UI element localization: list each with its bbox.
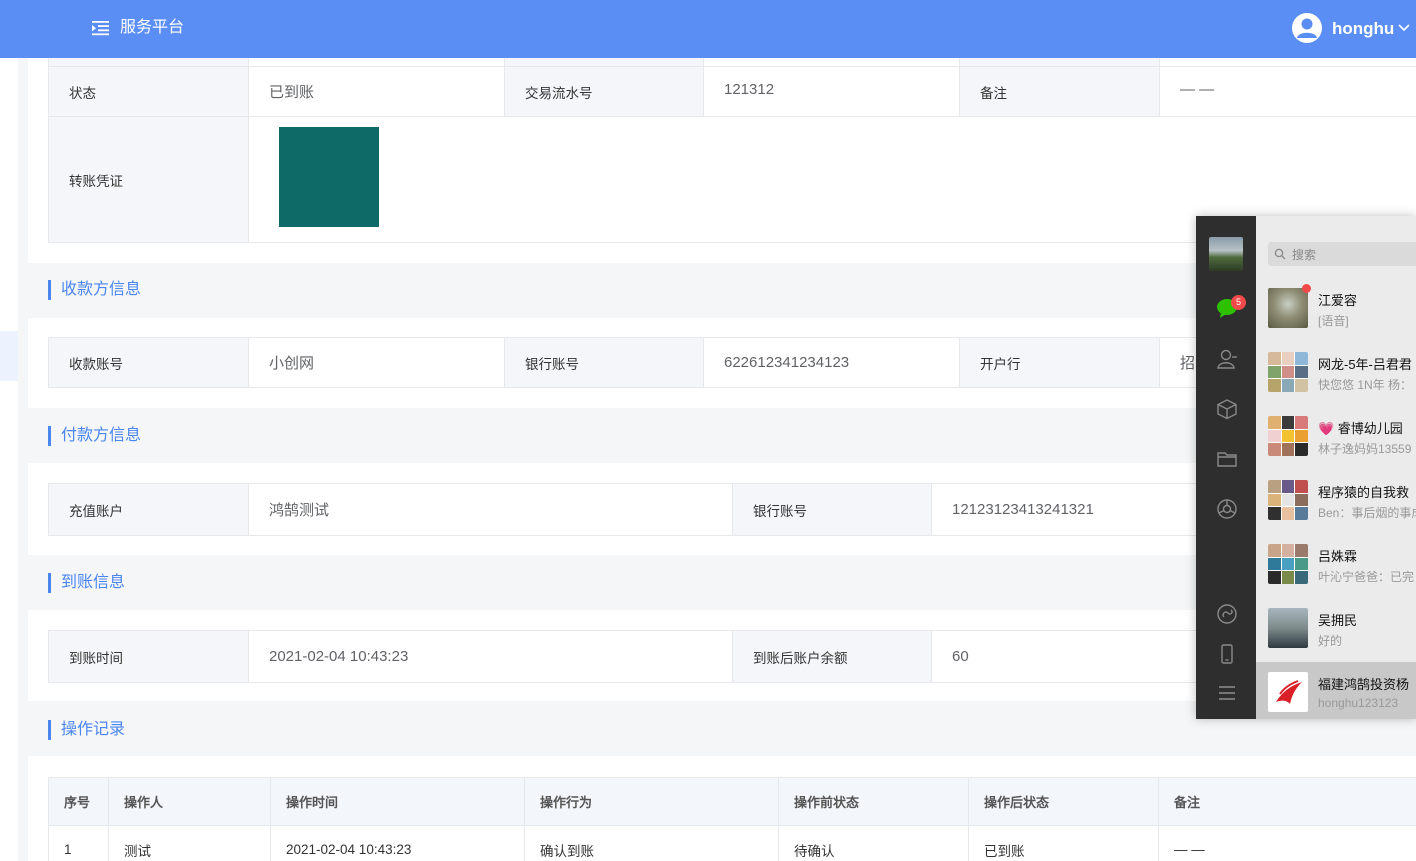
payee-account-value: 小创网 [249,338,505,388]
serial-value: 121312 [704,67,960,117]
column-header: 备注 [1159,778,1416,826]
search-icon [1274,248,1286,260]
conversation-item[interactable]: 网龙-5年-吕君君 快您悠 1N年 杨： [1256,342,1416,406]
menu-fold-icon[interactable] [92,20,109,36]
table-cell: 2021-02-04 10:43:23 [271,826,525,861]
conversation-item-selected[interactable]: 福建鸿鹄投资杨 honghu123123 [1256,662,1416,719]
arrival-section-title: 到账信息 [48,573,125,593]
group-grid-icon [1268,352,1308,392]
my-avatar[interactable] [1209,237,1243,271]
table-cell: 1 [49,826,109,861]
conversation-preview: 林子逸妈妈13559 [1318,442,1412,456]
remark-label: 备注 [960,67,1160,117]
table-cell: — — [1159,826,1416,861]
column-header: 操作行为 [525,778,779,826]
chat-nav-rail: 5 [1196,216,1256,719]
table-row-top [49,58,249,67]
conversation-name: 程序猿的自我救 [1318,485,1410,500]
voucher-label: 转账凭证 [49,117,249,243]
sidebar-active-item[interactable] [0,331,18,381]
column-header: 序号 [49,778,109,826]
conversation-name: 💗 睿博幼儿园 [1318,421,1403,436]
serial-label: 交易流水号 [505,67,704,117]
group-grid-icon [1268,480,1308,520]
chat-window: 5 搜索 江爱容 [语音] 网龙-5年-吕君君 快您悠 1N年 杨： 💗 睿博幼… [1196,216,1416,719]
payee-account-label: 收款账号 [49,338,249,388]
phone-icon[interactable] [1216,643,1238,665]
payee-section-title: 收款方信息 [48,280,141,300]
conversation-name: 吴拥民 [1318,613,1358,628]
voucher-image[interactable] [279,127,379,227]
column-header: 操作前状态 [779,778,969,826]
chevron-down-icon[interactable] [1398,23,1410,33]
conversation-preview: 快您悠 1N年 杨： [1318,378,1413,392]
conversation-name: 吕姝霖 [1318,549,1358,564]
conversation-name: 福建鸿鹄投资杨 [1318,677,1410,692]
arrival-time-value: 2021-02-04 10:43:23 [249,631,733,683]
cube-icon[interactable] [1216,398,1238,420]
payee-bank-label: 开户行 [960,338,1160,388]
conversation-item[interactable]: 吕姝霖 叶沁宁爸爸：已完 [1256,534,1416,598]
user-avatar[interactable] [1292,13,1322,43]
table-cell: 待确认 [779,826,969,861]
group-grid-icon [1268,416,1308,456]
table-cell: 测试 [109,826,271,861]
operations-section-title: 操作记录 [48,720,125,740]
status-label: 状态 [49,67,249,117]
bird-logo-icon [1268,672,1308,712]
conversation-item[interactable]: 吴拥民 好的 [1256,598,1416,662]
conversation-preview: honghu123123 [1318,696,1399,710]
unread-badge: 5 [1231,295,1246,310]
table-cell: 确认到账 [525,826,779,861]
sidebar [0,58,18,861]
column-header: 操作时间 [271,778,525,826]
column-header: 操作后状态 [969,778,1159,826]
username[interactable]: honghu [1332,18,1394,40]
conversation-list: 搜索 江爱容 [语音] 网龙-5年-吕君君 快您悠 1N年 杨： 💗 睿博幼儿园 [1256,216,1416,719]
payer-account-label: 充值账户 [49,484,249,536]
conversation-preview: 好的 [1318,634,1343,648]
moments-icon[interactable] [1216,498,1238,520]
folder-icon[interactable] [1216,448,1238,470]
remark-value: — — [1160,67,1416,117]
contacts-icon[interactable] [1216,348,1238,370]
top-bar: 服务平台 honghu [0,0,1416,58]
payer-section-title: 付款方信息 [48,426,141,446]
arrival-time-label: 到账时间 [49,631,249,683]
chat-search-input[interactable]: 搜索 [1268,242,1416,266]
conversation-name: 网龙-5年-吕君君 [1318,357,1412,372]
payee-bank-no-value: 622612341234123 [704,338,960,388]
status-value: 已到账 [249,67,505,117]
more-menu-icon[interactable] [1216,682,1238,704]
balance-label: 到账后账户余额 [733,631,932,683]
conversation-preview: 叶沁宁爸爸：已完 [1318,570,1415,584]
payee-bank-no-label: 银行账号 [505,338,704,388]
unread-dot [1302,284,1311,293]
payer-account-value: 鸿鹄测试 [249,484,733,536]
payer-bank-no-label: 银行账号 [733,484,932,536]
operations-table: 序号 操作人 操作时间 操作行为 操作前状态 操作后状态 备注 1 测试 202… [48,777,1416,861]
conversation-preview: Ben：事后烟的事成 [1318,506,1416,520]
search-placeholder: 搜索 [1292,248,1317,262]
tree-photo-icon [1268,288,1308,328]
group-grid-icon [1268,544,1308,584]
conversation-item[interactable]: 江爱容 [语音] [1256,278,1416,342]
conversation-name: 江爱容 [1318,293,1358,308]
user-icon [1297,18,1317,38]
table-cell: 已到账 [969,826,1159,861]
conversation-preview: [语音] [1318,314,1349,328]
platform-title: 服务平台 [120,19,185,36]
conversation-item[interactable]: 程序猿的自我救 Ben：事后烟的事成 [1256,470,1416,534]
conversation-item[interactable]: 💗 睿博幼儿园 林子逸妈妈13559 [1256,406,1416,470]
column-header: 操作人 [109,778,271,826]
mini-program-icon[interactable] [1216,603,1238,625]
person-photo-icon [1268,608,1308,648]
